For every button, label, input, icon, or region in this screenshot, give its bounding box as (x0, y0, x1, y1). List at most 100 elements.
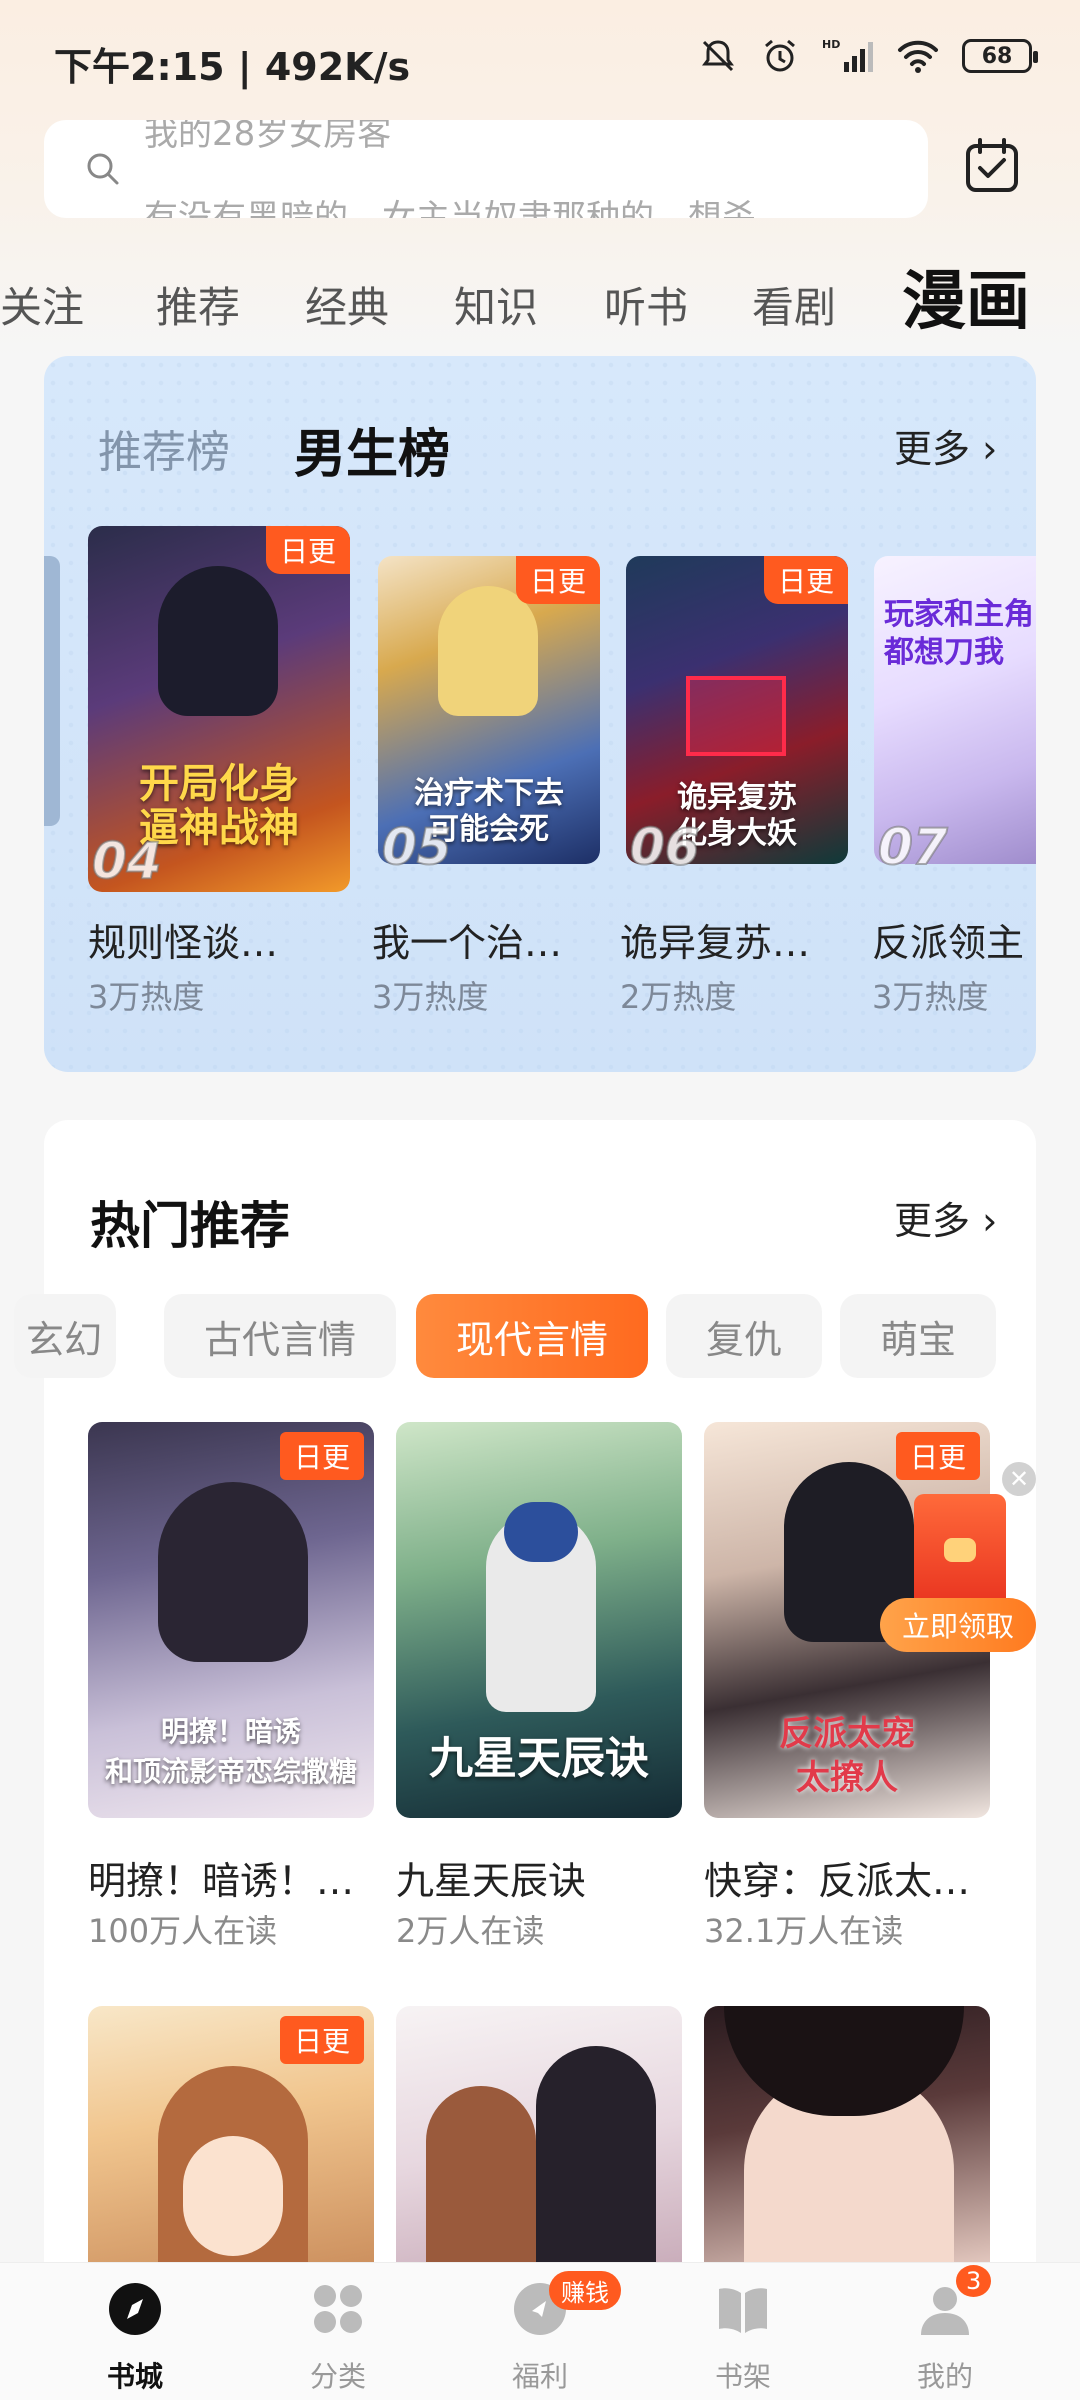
book-card[interactable] (396, 2006, 682, 2282)
cover-title-art: 九星天辰诀 (429, 1733, 649, 1784)
cover-figure (158, 566, 278, 716)
nav-welfare[interactable]: 福利 赚钱 (475, 2263, 621, 2400)
book-card[interactable]: 日更 (88, 2006, 374, 2282)
category-tabs: 关注 推荐 经典 知识 听书 看剧 漫画 (0, 250, 1080, 350)
wifi-icon (898, 40, 938, 73)
mute-bell-icon (702, 40, 734, 72)
book-cover-image: 日更 明撩！暗诱 和顶流影帝恋综撒糖 (88, 1422, 374, 1818)
book-icon (719, 2288, 767, 2333)
nav-label: 书架 (714, 2360, 771, 2393)
rank-heat: 2万热度 (620, 978, 737, 1016)
chip-ancient-romance[interactable]: 古代言情 (164, 1294, 396, 1378)
signal-icon: HD (822, 38, 873, 72)
tab-audiobook[interactable]: 听书 (604, 274, 688, 335)
chip-fantasy[interactable]: 玄幻 (14, 1294, 116, 1378)
rank-item[interactable]: 日更 开局化身 逼神战神 04 规则怪谈… 3万热度 (88, 526, 350, 1026)
cover-figure (686, 676, 786, 756)
rank-title: 我一个治… (372, 921, 563, 965)
tab-recommend[interactable]: 推荐 (156, 274, 240, 335)
rank-heat: 3万热度 (872, 978, 989, 1016)
daily-update-badge: 日更 (763, 556, 848, 604)
svg-text:HD: HD (822, 38, 840, 51)
grid-icon (314, 2285, 362, 2333)
cover-title-art: 明撩！暗诱 和顶流影帝恋综撒糖 (104, 1715, 357, 1788)
cover-figure (438, 586, 538, 716)
book-card[interactable] (704, 2006, 990, 2282)
book-title: 快穿：反派太… (704, 1859, 971, 1903)
tab-follow[interactable]: 关注 (0, 274, 84, 335)
daily-update-badge: 日更 (279, 1432, 364, 1480)
book-title: 九星天辰诀 (396, 1859, 587, 1903)
chip-cute-baby[interactable]: 萌宝 (840, 1294, 996, 1378)
cover-title-art: 玩家和主角 都想刀我 (884, 597, 1034, 670)
search-placeholder-2: 有没有黑暗的，女主当奴隶那种的，想杀 (144, 198, 756, 218)
tab-male-rank[interactable]: 男生榜 (294, 412, 450, 487)
rank-item[interactable]: 日更 治疗术下去 可能会死 05 我一个治… 3万热度 (372, 556, 600, 1026)
book-title: 明撩！暗诱！… (88, 1859, 355, 1903)
alarm-icon (765, 39, 795, 72)
search-placeholder-1: 我的28岁女房客 (144, 120, 392, 154)
rank-number: 06 (629, 817, 701, 877)
status-time: 下午2:15 | 492K/s (54, 45, 411, 89)
tab-classic[interactable]: 经典 (305, 274, 389, 335)
daily-update-badge: 日更 (515, 556, 600, 604)
claim-now-button[interactable]: 立即领取 (880, 1598, 1036, 1652)
ranking-card: 推荐榜 男生榜 更多 › 日更 开局化身 逼神战神 04 规则怪谈… 3万热度 … (44, 356, 1036, 1072)
battery-level: 68 (981, 43, 1013, 69)
book-cover-image: 九星天辰诀 (396, 1422, 682, 1818)
rank-item[interactable]: 玩家和主角 都想刀我 07 反派领主 3万热度 (872, 556, 1036, 1026)
search-icon (87, 153, 119, 185)
ranking-more-link[interactable]: 更多 › (894, 418, 997, 473)
close-icon[interactable]: ✕ (1002, 1462, 1036, 1496)
rank-number: 07 (877, 817, 949, 877)
rank-title: 规则怪谈… (88, 921, 279, 965)
nav-bookshelf[interactable]: 书架 (678, 2263, 808, 2400)
rank-heat: 3万热度 (88, 978, 205, 1016)
battery-indicator: 68 (962, 39, 1038, 73)
cover-figure-hair (504, 1502, 578, 1562)
daily-update-badge: 日更 (279, 2016, 364, 2064)
rank-title: 诡异复苏… (620, 921, 811, 965)
rank-heat: 3万热度 (372, 978, 489, 1016)
previous-cover-edge (44, 556, 60, 826)
section-title: 热门推荐 (90, 1197, 290, 1255)
book-cover-image: 日更 (88, 2006, 374, 2282)
rank-number: 04 (91, 831, 163, 891)
notification-count-badge: 3 (956, 2265, 992, 2297)
nav-label: 福利 (511, 2360, 568, 2393)
book-readers: 100万人在读 (88, 1912, 278, 1950)
red-envelope-icon (914, 1494, 1006, 1610)
tab-recommend-rank[interactable]: 推荐榜 (98, 416, 230, 480)
chip-revenge[interactable]: 复仇 (666, 1294, 822, 1378)
nav-categories[interactable]: 分类 (273, 2263, 403, 2400)
cover-figure-face (183, 2136, 283, 2256)
envelope-seal (944, 1538, 976, 1562)
book-cover-image (396, 2006, 682, 2282)
tab-knowledge[interactable]: 知识 (454, 274, 538, 335)
tab-drama[interactable]: 看剧 (752, 274, 836, 335)
book-cover-image (704, 2006, 990, 2282)
rank-item[interactable]: 日更 诡异复苏 化身大妖 06 诡异复苏… 2万热度 (620, 556, 848, 1026)
book-readers: 32.1万人在读 (704, 1912, 904, 1950)
checkin-calendar-icon[interactable] (962, 136, 1022, 196)
search-input[interactable]: 我的28岁女房客 有没有黑暗的，女主当奴隶那种的，想杀 (44, 120, 928, 218)
nav-profile[interactable]: 我的 3 (880, 2263, 1010, 2400)
bottom-navigation: 书城 分类 福利 赚钱 书架 我的 3 (0, 2262, 1080, 2400)
book-card[interactable]: 九星天辰诀 九星天辰诀 2万人在读 (396, 1422, 682, 1962)
cover-figure-hair (724, 2006, 964, 2116)
cover-figure (158, 1482, 308, 1662)
daily-update-badge: 日更 (265, 526, 350, 574)
chip-modern-romance[interactable]: 现代言情 (416, 1294, 648, 1378)
tab-comics[interactable]: 漫画 (902, 250, 1030, 342)
hot-more-link[interactable]: 更多 › (894, 1190, 997, 1245)
nav-label: 书城 (106, 2360, 163, 2393)
book-card[interactable]: 日更 明撩！暗诱 和顶流影帝恋综撒糖 明撩！暗诱！… 100万人在读 (88, 1422, 374, 1962)
book-readers: 2万人在读 (396, 1912, 545, 1950)
nav-bookstore[interactable]: 书城 (70, 2263, 200, 2400)
rank-title: 反派领主 (872, 921, 1025, 965)
nav-label: 我的 (916, 2360, 973, 2393)
rank-number: 05 (381, 817, 453, 877)
cover-figure (426, 2086, 536, 2282)
cover-title-art: 反派太宠 太撩人 (779, 1714, 915, 1798)
hot-recommend-section: 热门推荐 更多 › 玄幻 古代言情 现代言情 复仇 萌宝 日更 明撩！暗诱 和顶… (14, 1120, 1036, 2400)
